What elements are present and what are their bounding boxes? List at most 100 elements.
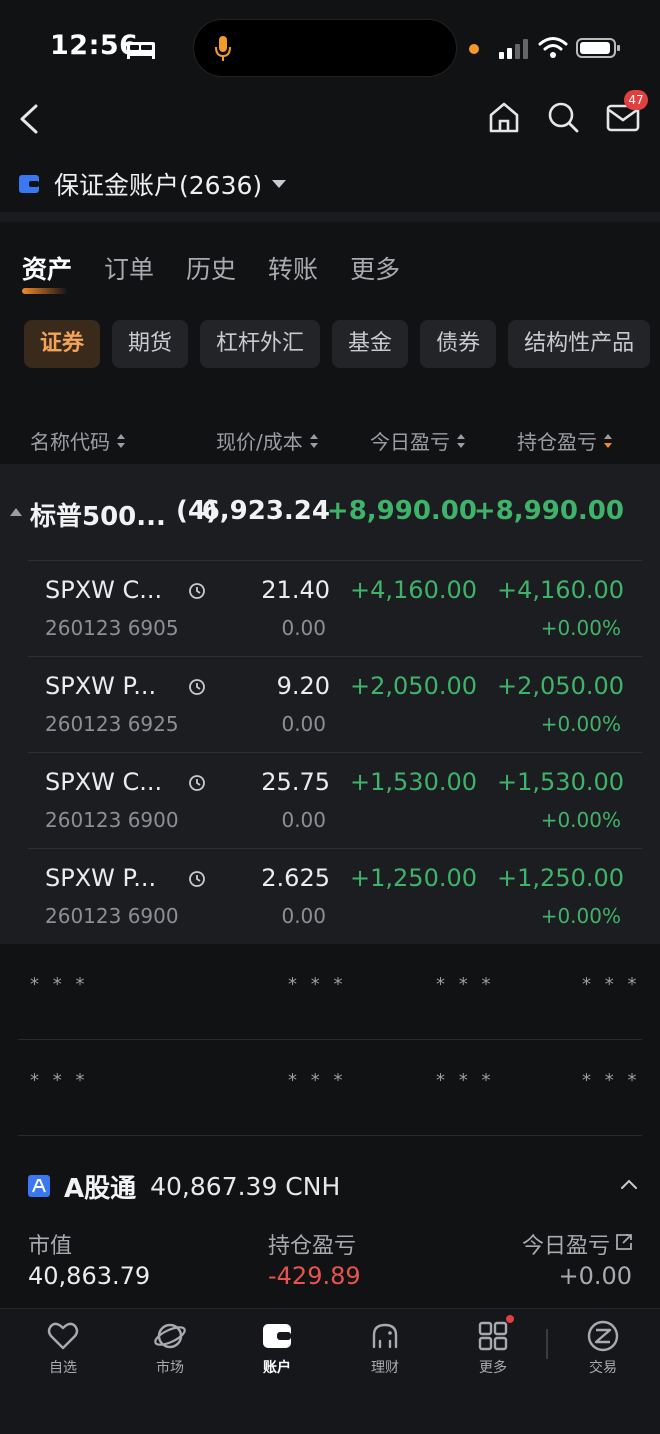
collapse-caret-icon — [10, 508, 22, 516]
position-row[interactable]: SPXW C... 260123 6905 21.40 0.00 +4,160.… — [0, 560, 660, 656]
row-divider — [28, 752, 642, 753]
wallet-icon — [19, 175, 39, 193]
tab-label: 历史 — [186, 255, 237, 284]
mic-icon — [215, 36, 231, 61]
today-pnl-label: 今日盈亏 — [521, 1234, 610, 1259]
group-row-sp500[interactable]: 标普500... (4) 6,923.24 +8,990.00 +8,990.0… — [0, 464, 660, 560]
position-name: SPXW C... — [45, 768, 163, 796]
heart-icon — [47, 1322, 79, 1350]
sort-position-pnl[interactable]: 持仓盈亏 — [517, 426, 613, 455]
section-divider — [0, 212, 660, 222]
nav-wealth[interactable]: 理财 — [345, 1319, 425, 1377]
group-name: 标普500... — [30, 502, 166, 532]
position-name: SPXW P... — [45, 864, 157, 892]
chip-bonds[interactable]: 债券 — [420, 320, 497, 368]
ashare-section-header[interactable]: A股通 40,867.39 CNH — [28, 1166, 340, 1206]
tab-more[interactable]: 更多 — [350, 250, 400, 286]
tab-assets[interactable]: 资产 — [22, 250, 73, 294]
position-price: 21.40 — [261, 576, 330, 604]
column-label: 今日盈亏 — [370, 430, 450, 454]
masked-value: * * * — [436, 974, 495, 995]
masked-holding-row[interactable]: * * * * * * * * * * * * — [0, 944, 660, 1040]
position-today-pnl: +2,050.00 — [350, 672, 477, 700]
masked-value: * * * — [582, 1070, 641, 1091]
position-today-pnl: +1,250.00 — [350, 864, 477, 892]
clock-icon — [189, 583, 205, 599]
position-pnl-value: -429.89 — [268, 1262, 361, 1290]
dynamic-island — [193, 19, 457, 77]
position-row[interactable]: SPXW P... 260123 6900 2.625 0.00 +1,250.… — [0, 848, 660, 944]
row-divider — [28, 560, 642, 561]
nav-bar — [0, 96, 660, 146]
position-row[interactable]: SPXW P... 260123 6925 9.20 0.00 +2,050.0… — [0, 656, 660, 752]
bottom-tab-bar: 自选 市场 账户 理财 更多 交易 — [0, 1308, 660, 1434]
position-pnl: +2,050.00 — [497, 672, 624, 700]
sort-icon — [309, 433, 318, 448]
clock-icon — [189, 871, 205, 887]
position-cost: 0.00 — [281, 808, 326, 832]
clock-icon — [189, 679, 205, 695]
wallet-icon — [263, 1324, 291, 1348]
position-price: 25.75 — [261, 768, 330, 796]
position-pnl-percent: +0.00% — [540, 616, 621, 640]
chevron-up-icon[interactable] — [620, 1178, 638, 1190]
position-name: SPXW C... — [45, 576, 163, 604]
masked-value: * * * — [288, 974, 347, 995]
position-code: 260123 6925 — [45, 712, 179, 736]
chip-structured-products[interactable]: 结构性产品 — [508, 320, 651, 368]
market-value-label: 市值 — [28, 1234, 73, 1259]
nav-label: 市场 — [156, 1360, 184, 1376]
mail-badge: 47 — [624, 90, 648, 110]
masked-value: * * * — [582, 974, 641, 995]
chip-leveraged-fx[interactable]: 杠杆外汇 — [200, 320, 321, 368]
sort-price-cost[interactable]: 现价/成本 — [216, 426, 319, 455]
tab-label: 更多 — [350, 255, 401, 284]
position-row[interactable]: SPXW C... 260123 6900 25.75 0.00 +1,530.… — [0, 752, 660, 848]
home-icon[interactable] — [487, 100, 521, 134]
tab-history[interactable]: 历史 — [186, 250, 236, 286]
market-value: 40,863.79 — [28, 1262, 151, 1290]
position-pnl-percent: +0.00% — [540, 712, 621, 736]
caret-down-icon — [272, 180, 287, 188]
chip-funds[interactable]: 基金 — [332, 320, 409, 368]
nav-more[interactable]: 更多 — [453, 1319, 533, 1377]
position-code: 260123 6900 — [45, 808, 179, 832]
masked-holding-row[interactable]: * * * * * * * * * * * * — [0, 1040, 660, 1136]
account-name: 保证金账户(2636) — [54, 171, 263, 200]
sort-icon — [117, 433, 125, 448]
sort-today-pnl[interactable]: 今日盈亏 — [370, 426, 466, 455]
grid-icon — [478, 1321, 508, 1351]
account-selector[interactable]: 保证金账户(2636) — [18, 164, 288, 204]
trade-icon — [587, 1320, 619, 1352]
position-cost: 0.00 — [281, 616, 326, 640]
sort-name-code[interactable]: 名称代码 — [30, 426, 126, 455]
position-pnl-percent: +0.00% — [540, 904, 621, 928]
position-pnl: +1,530.00 — [497, 768, 624, 796]
tab-transfer[interactable]: 转账 — [268, 250, 318, 286]
nav-account[interactable]: 账户 — [237, 1319, 317, 1377]
position-pnl-percent: +0.00% — [540, 808, 621, 832]
nav-trade[interactable]: 交易 — [563, 1319, 643, 1377]
nav-label: 自选 — [49, 1360, 77, 1376]
tab-label: 资产 — [22, 255, 73, 284]
chip-securities[interactable]: 证券 — [24, 320, 101, 368]
position-pnl: +4,160.00 — [497, 576, 624, 604]
row-divider — [28, 656, 642, 657]
position-code: 260123 6905 — [45, 616, 179, 640]
tab-orders[interactable]: 订单 — [104, 250, 154, 286]
back-icon[interactable] — [16, 102, 42, 136]
nav-label: 账户 — [263, 1360, 291, 1376]
ashare-total-value: 40,867.39 CNH — [150, 1171, 341, 1201]
nav-watchlist[interactable]: 自选 — [23, 1319, 103, 1377]
search-icon[interactable] — [546, 100, 580, 134]
tab-label: 订单 — [104, 255, 155, 284]
share-icon[interactable] — [614, 1232, 634, 1252]
today-pnl-value: +0.00 — [558, 1262, 632, 1290]
chip-futures[interactable]: 期货 — [112, 320, 189, 368]
sort-icon — [457, 433, 465, 448]
tab-active-indicator — [22, 288, 68, 294]
nav-market[interactable]: 市场 — [130, 1319, 210, 1377]
position-cost: 0.00 — [281, 904, 326, 928]
masked-value: * * * — [288, 1070, 347, 1091]
holdings-group: 标普500... (4) 6,923.24 +8,990.00 +8,990.0… — [0, 464, 660, 944]
